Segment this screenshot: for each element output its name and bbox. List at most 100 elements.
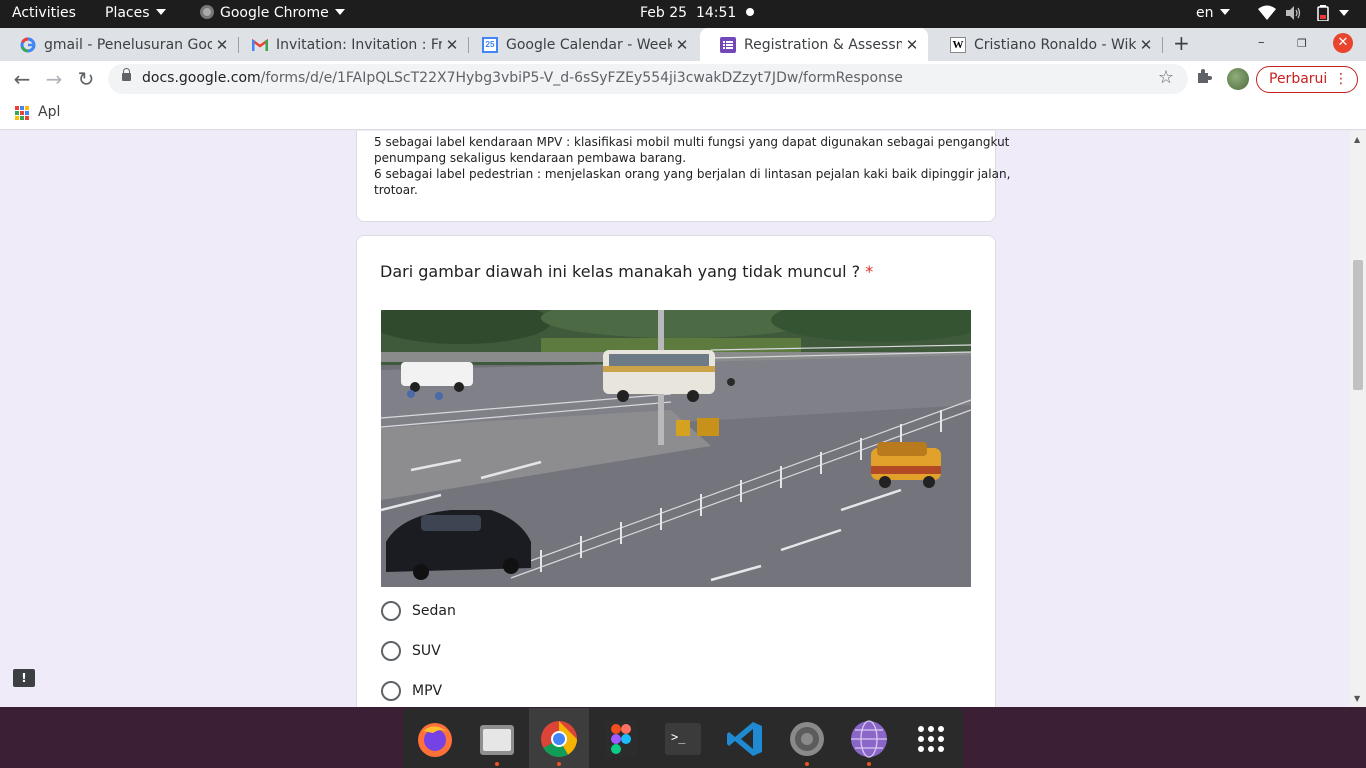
back-icon[interactable]: ←	[10, 67, 34, 91]
status-menu[interactable]	[1258, 5, 1350, 22]
forward-icon[interactable]: →	[42, 67, 66, 91]
calendar-icon: 25	[482, 36, 498, 53]
more-menu-icon[interactable]: ⋮	[1334, 67, 1348, 92]
minimize-icon[interactable]: –	[1258, 35, 1265, 50]
notification-dot-icon	[746, 8, 755, 16]
option-suv[interactable]: SUV	[381, 641, 441, 661]
language-menu[interactable]: en	[1196, 5, 1230, 21]
tab-title: gmail - Penelusuran Goo	[44, 36, 212, 53]
browser-globe-icon[interactable]	[849, 719, 889, 759]
settings-icon[interactable]	[787, 719, 827, 759]
question-title: Dari gambar diawah ini kelas manakah yan…	[380, 262, 873, 281]
close-tab-icon[interactable]: ✕	[212, 36, 232, 54]
radio-button[interactable]	[381, 601, 401, 621]
app-menu-label: Google Chrome	[220, 5, 329, 21]
battery-icon	[1317, 5, 1329, 22]
description-line: penumpang sekaligus kendaraan pembawa ba…	[374, 151, 687, 165]
tab-title: Cristiano Ronaldo - Wikip	[974, 36, 1136, 53]
tab-registration-form[interactable]: Registration & Assessme ✕	[700, 28, 928, 61]
close-tab-icon[interactable]: ✕	[1136, 36, 1156, 54]
chevron-down-icon	[155, 9, 166, 15]
extensions-puzzle-icon[interactable]	[1196, 68, 1212, 88]
gnome-top-bar: Activities Places Google Chrome Feb 25 1…	[0, 0, 1366, 28]
files-icon[interactable]	[477, 719, 517, 759]
update-button[interactable]: Perbarui ⋮	[1256, 66, 1358, 93]
apps-shortcut-label[interactable]: Apl	[38, 104, 60, 120]
maximize-icon[interactable]: ❐	[1297, 37, 1307, 50]
dock: >_	[403, 708, 963, 768]
option-label: SUV	[412, 643, 441, 659]
running-indicator	[495, 762, 499, 766]
required-asterisk: *	[865, 262, 874, 281]
chevron-down-icon	[1219, 9, 1230, 15]
url-host: docs.google.com	[142, 70, 261, 86]
scroll-up-icon[interactable]: ▲	[1354, 135, 1360, 144]
question-text: Dari gambar diawah ini kelas manakah yan…	[380, 262, 861, 281]
svg-text:>_: >_	[671, 730, 686, 744]
tab-google-calendar[interactable]: 25 Google Calendar - Week ✕	[462, 28, 698, 61]
chevron-down-icon	[334, 9, 345, 15]
forms-icon	[720, 36, 736, 53]
language-label: en	[1196, 5, 1214, 21]
gmail-icon	[252, 37, 268, 53]
lock-icon	[122, 68, 131, 81]
apps-grid-icon[interactable]	[15, 106, 29, 120]
places-menu[interactable]: Places	[105, 5, 166, 21]
running-indicator	[805, 762, 809, 766]
profile-avatar[interactable]	[1227, 68, 1249, 90]
description-line: 5 sebagai label kendaraan MPV : klasifik…	[374, 135, 1010, 149]
scrollbar-thumb[interactable]	[1353, 260, 1363, 390]
close-tab-icon[interactable]: ✕	[672, 36, 692, 54]
bookmark-star-icon[interactable]: ☆	[1158, 67, 1174, 88]
figma-icon[interactable]	[601, 719, 641, 759]
scrollbar-track[interactable]	[1350, 131, 1366, 707]
browser-toolbar: ← → ↻ docs.google.com/forms/d/e/1FAIpQLS…	[0, 61, 1366, 97]
tab-title: Invitation: Invitation : Fr	[276, 36, 442, 53]
volume-icon	[1286, 6, 1301, 20]
tab-gmail-search[interactable]: gmail - Penelusuran Goo ✕	[0, 28, 238, 61]
traffic-photo	[381, 310, 971, 587]
firefox-icon[interactable]	[415, 719, 455, 759]
new-tab-icon[interactable]: +	[1173, 31, 1190, 55]
reload-icon[interactable]: ↻	[74, 67, 98, 91]
tab-strip: gmail - Penelusuran Goo ✕ Invitation: In…	[0, 28, 1366, 61]
form-page: 5 sebagai label kendaraan MPV : klasifik…	[0, 131, 1366, 707]
option-label: MPV	[412, 683, 443, 699]
chrome-icon[interactable]	[539, 719, 579, 759]
tab-wikipedia[interactable]: W Cristiano Ronaldo - Wikip ✕	[930, 28, 1162, 61]
google-icon	[20, 36, 36, 53]
clock[interactable]: Feb 25 14:51	[640, 5, 755, 21]
wikipedia-icon: W	[950, 36, 966, 53]
option-label: Sedan	[412, 603, 456, 619]
tab-invitation[interactable]: Invitation: Invitation : Fr ✕	[232, 28, 468, 61]
show-applications-icon[interactable]	[911, 719, 951, 759]
radio-button[interactable]	[381, 641, 401, 661]
clock-date: Feb 25	[640, 5, 688, 21]
close-tab-icon[interactable]: ✕	[902, 36, 922, 54]
app-menu[interactable]: Google Chrome	[200, 5, 345, 21]
close-tab-icon[interactable]: ✕	[442, 36, 462, 54]
tab-divider	[1162, 37, 1163, 53]
chevron-down-icon	[1339, 10, 1350, 16]
address-bar[interactable]: docs.google.com/forms/d/e/1FAIpQLScT22X7…	[108, 64, 1188, 94]
terminal-icon[interactable]: >_	[663, 719, 703, 759]
tab-title: Registration & Assessme	[744, 36, 902, 53]
vscode-icon[interactable]	[725, 719, 765, 759]
report-feedback-icon[interactable]: !	[13, 669, 35, 687]
option-mpv[interactable]: MPV	[381, 681, 442, 701]
places-label: Places	[105, 5, 150, 21]
url-path: /forms/d/e/1FAIpQLScT22X7Hybg3vbiP5-V_d-…	[260, 70, 903, 86]
wifi-icon	[1258, 5, 1276, 20]
tab-title: Google Calendar - Week	[506, 36, 672, 53]
running-indicator	[867, 762, 871, 766]
activities-button[interactable]: Activities	[12, 5, 76, 21]
description-line: trotoar.	[374, 183, 418, 197]
option-sedan[interactable]: Sedan	[381, 601, 456, 621]
radio-button[interactable]	[381, 681, 401, 701]
bookmarks-bar: Apl	[0, 97, 1366, 130]
clock-time: 14:51	[695, 5, 737, 21]
scroll-down-icon[interactable]: ▼	[1354, 694, 1360, 703]
close-window-icon[interactable]: ✕	[1333, 33, 1353, 53]
description-line: 6 sebagai label pedestrian : menjelaskan…	[374, 167, 1011, 181]
chrome-icon	[200, 5, 214, 19]
